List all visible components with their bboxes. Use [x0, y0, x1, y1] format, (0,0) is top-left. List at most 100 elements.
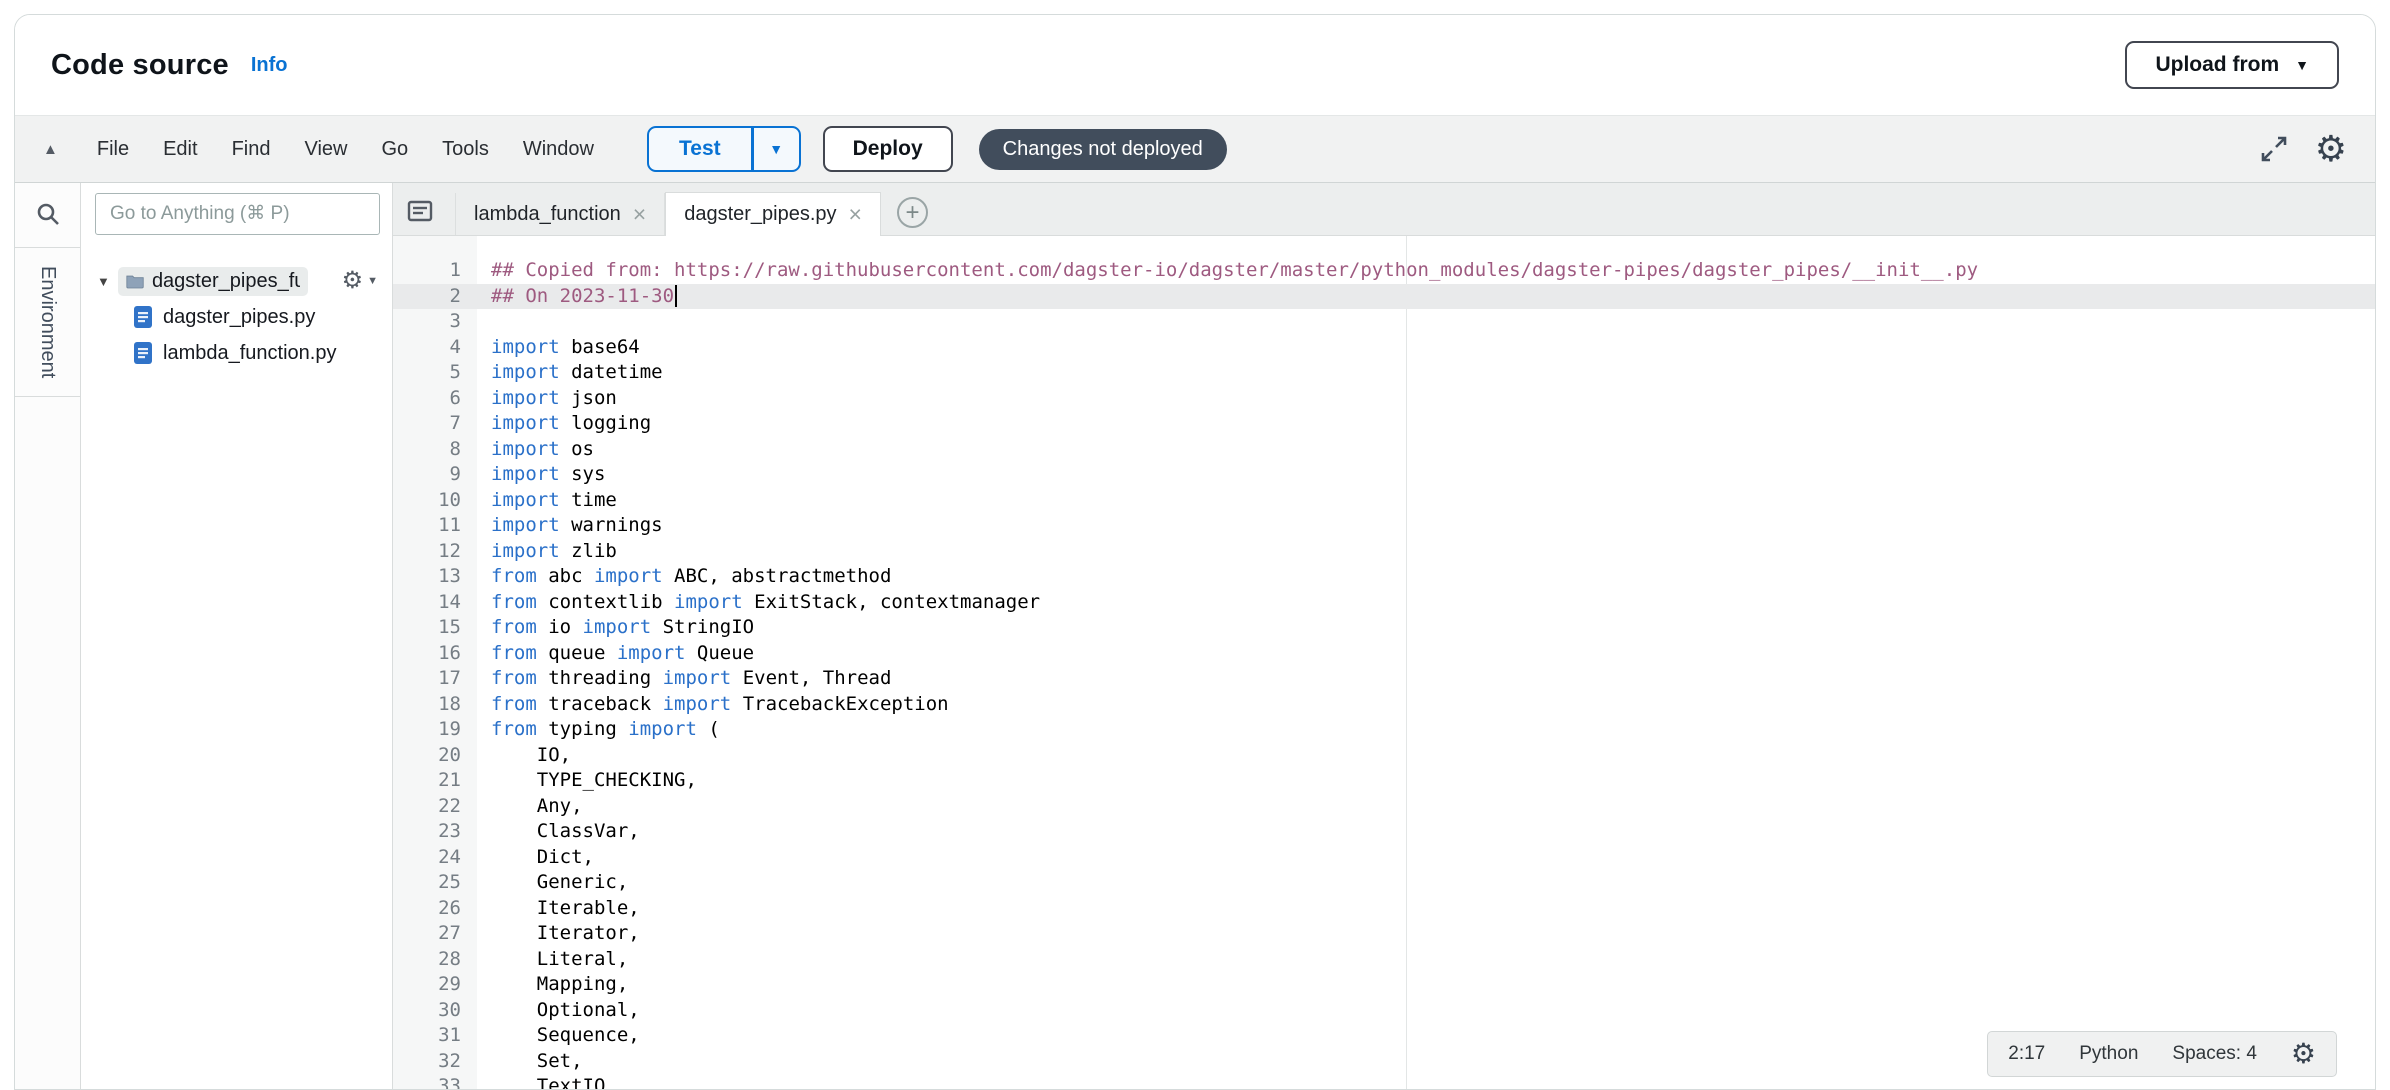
- code-line[interactable]: 29 Mapping,: [393, 972, 2375, 998]
- code-line[interactable]: 28 Literal,: [393, 947, 2375, 973]
- code-area[interactable]: 1## Copied from: https://raw.githubuserc…: [393, 236, 2375, 1089]
- menu-window[interactable]: Window: [506, 138, 611, 161]
- environment-tab[interactable]: Environment: [15, 247, 80, 397]
- line-number[interactable]: 29: [393, 972, 477, 998]
- code-line[interactable]: 8import os: [393, 437, 2375, 463]
- code-line[interactable]: 18from traceback import TracebackExcepti…: [393, 692, 2375, 718]
- line-number[interactable]: 6: [393, 386, 477, 412]
- code-line[interactable]: 13from abc import ABC, abstractmethod: [393, 564, 2375, 590]
- code-line[interactable]: 15from io import StringIO: [393, 615, 2375, 641]
- menu-tools[interactable]: Tools: [425, 138, 506, 161]
- code-line[interactable]: 19from typing import (: [393, 717, 2375, 743]
- language-mode[interactable]: Python: [2079, 1041, 2138, 1067]
- code-line[interactable]: 25 Generic,: [393, 870, 2375, 896]
- go-to-anything-input[interactable]: [95, 193, 380, 235]
- line-number[interactable]: 15: [393, 615, 477, 641]
- code-line[interactable]: 20 IO,: [393, 743, 2375, 769]
- line-number[interactable]: 26: [393, 896, 477, 922]
- code-line[interactable]: 12import zlib: [393, 539, 2375, 565]
- code-line[interactable]: 10import time: [393, 488, 2375, 514]
- line-number[interactable]: 31: [393, 1023, 477, 1049]
- line-number[interactable]: 28: [393, 947, 477, 973]
- info-link[interactable]: Info: [251, 54, 288, 77]
- code-line[interactable]: 11import warnings: [393, 513, 2375, 539]
- line-number[interactable]: 8: [393, 437, 477, 463]
- line-number[interactable]: 13: [393, 564, 477, 590]
- folder-icon: [126, 272, 144, 290]
- new-tab-icon[interactable]: +: [897, 197, 928, 228]
- fullscreen-icon[interactable]: [2259, 134, 2289, 164]
- menu-go[interactable]: Go: [364, 138, 425, 161]
- line-number[interactable]: 17: [393, 666, 477, 692]
- tree-settings-button[interactable]: ⚙ ▼: [342, 269, 378, 293]
- close-icon[interactable]: ×: [849, 203, 862, 226]
- line-number[interactable]: 11: [393, 513, 477, 539]
- test-dropdown-button[interactable]: ▼: [753, 126, 801, 172]
- tree-file-dagster-pipes[interactable]: dagster_pipes.py: [81, 299, 392, 335]
- tab-list-icon[interactable]: [407, 199, 433, 223]
- code-line[interactable]: 4import base64: [393, 335, 2375, 361]
- line-number[interactable]: 14: [393, 590, 477, 616]
- line-number[interactable]: 16: [393, 641, 477, 667]
- folder-expand-icon[interactable]: ▼: [97, 274, 110, 289]
- cursor-position[interactable]: 2:17: [2008, 1041, 2045, 1067]
- tab-dagster-pipes[interactable]: dagster_pipes.py ×: [665, 192, 881, 236]
- line-number[interactable]: 2: [393, 284, 477, 310]
- line-number[interactable]: 23: [393, 819, 477, 845]
- deploy-button[interactable]: Deploy: [823, 126, 953, 172]
- menu-edit[interactable]: Edit: [146, 138, 214, 161]
- line-number[interactable]: 5: [393, 360, 477, 386]
- line-number[interactable]: 4: [393, 335, 477, 361]
- upload-from-button[interactable]: Upload from ▼: [2125, 41, 2339, 89]
- code-line[interactable]: 16from queue import Queue: [393, 641, 2375, 667]
- line-number[interactable]: 1: [393, 258, 477, 284]
- test-button[interactable]: Test: [647, 126, 753, 172]
- line-number[interactable]: 19: [393, 717, 477, 743]
- line-number[interactable]: 18: [393, 692, 477, 718]
- collapse-panel-icon[interactable]: ▲: [43, 141, 58, 158]
- code-line[interactable]: 14from contextlib import ExitStack, cont…: [393, 590, 2375, 616]
- code-line[interactable]: 17from threading import Event, Thread: [393, 666, 2375, 692]
- line-number[interactable]: 10: [393, 488, 477, 514]
- statusbar-settings-gear-icon[interactable]: ⚙: [2291, 1040, 2316, 1068]
- code-line[interactable]: 27 Iterator,: [393, 921, 2375, 947]
- line-number[interactable]: 24: [393, 845, 477, 871]
- code-line[interactable]: 1## Copied from: https://raw.githubuserc…: [393, 258, 2375, 284]
- line-number[interactable]: 32: [393, 1049, 477, 1075]
- search-icon[interactable]: [35, 201, 61, 227]
- line-number[interactable]: 33: [393, 1074, 477, 1089]
- line-number[interactable]: 25: [393, 870, 477, 896]
- code-line[interactable]: 5import datetime: [393, 360, 2375, 386]
- line-number[interactable]: 7: [393, 411, 477, 437]
- line-number[interactable]: 30: [393, 998, 477, 1024]
- line-number[interactable]: 21: [393, 768, 477, 794]
- tree-folder-row[interactable]: ▼ dagster_pipes_funct ⚙ ▼: [81, 263, 392, 299]
- line-number[interactable]: 9: [393, 462, 477, 488]
- tab-lambda-function[interactable]: lambda_function ×: [455, 193, 665, 235]
- line-number[interactable]: 22: [393, 794, 477, 820]
- code-line[interactable]: 21 TYPE_CHECKING,: [393, 768, 2375, 794]
- code-line[interactable]: 26 Iterable,: [393, 896, 2375, 922]
- line-number[interactable]: 3: [393, 309, 477, 335]
- code-line[interactable]: 7import logging: [393, 411, 2375, 437]
- code-line[interactable]: 23 ClassVar,: [393, 819, 2375, 845]
- code-line[interactable]: 24 Dict,: [393, 845, 2375, 871]
- menu-file[interactable]: File: [80, 138, 146, 161]
- close-icon[interactable]: ×: [633, 203, 646, 226]
- code-line[interactable]: 22 Any,: [393, 794, 2375, 820]
- line-number[interactable]: 12: [393, 539, 477, 565]
- editor-settings-gear-icon[interactable]: ⚙: [2315, 131, 2347, 167]
- menu-find[interactable]: Find: [215, 138, 288, 161]
- tree-file-lambda-function[interactable]: lambda_function.py: [81, 335, 392, 371]
- code-line[interactable]: 9import sys: [393, 462, 2375, 488]
- spaces-setting[interactable]: Spaces: 4: [2172, 1041, 2257, 1067]
- code-line[interactable]: 3: [393, 309, 2375, 335]
- code-line[interactable]: 30 Optional,: [393, 998, 2375, 1024]
- folder-chip[interactable]: dagster_pipes_funct: [118, 267, 308, 296]
- line-number[interactable]: 20: [393, 743, 477, 769]
- code-line[interactable]: 6import json: [393, 386, 2375, 412]
- code-text: import datetime: [477, 360, 663, 386]
- line-number[interactable]: 27: [393, 921, 477, 947]
- menu-view[interactable]: View: [287, 138, 364, 161]
- code-line[interactable]: 2## On 2023-11-30: [393, 284, 2375, 310]
